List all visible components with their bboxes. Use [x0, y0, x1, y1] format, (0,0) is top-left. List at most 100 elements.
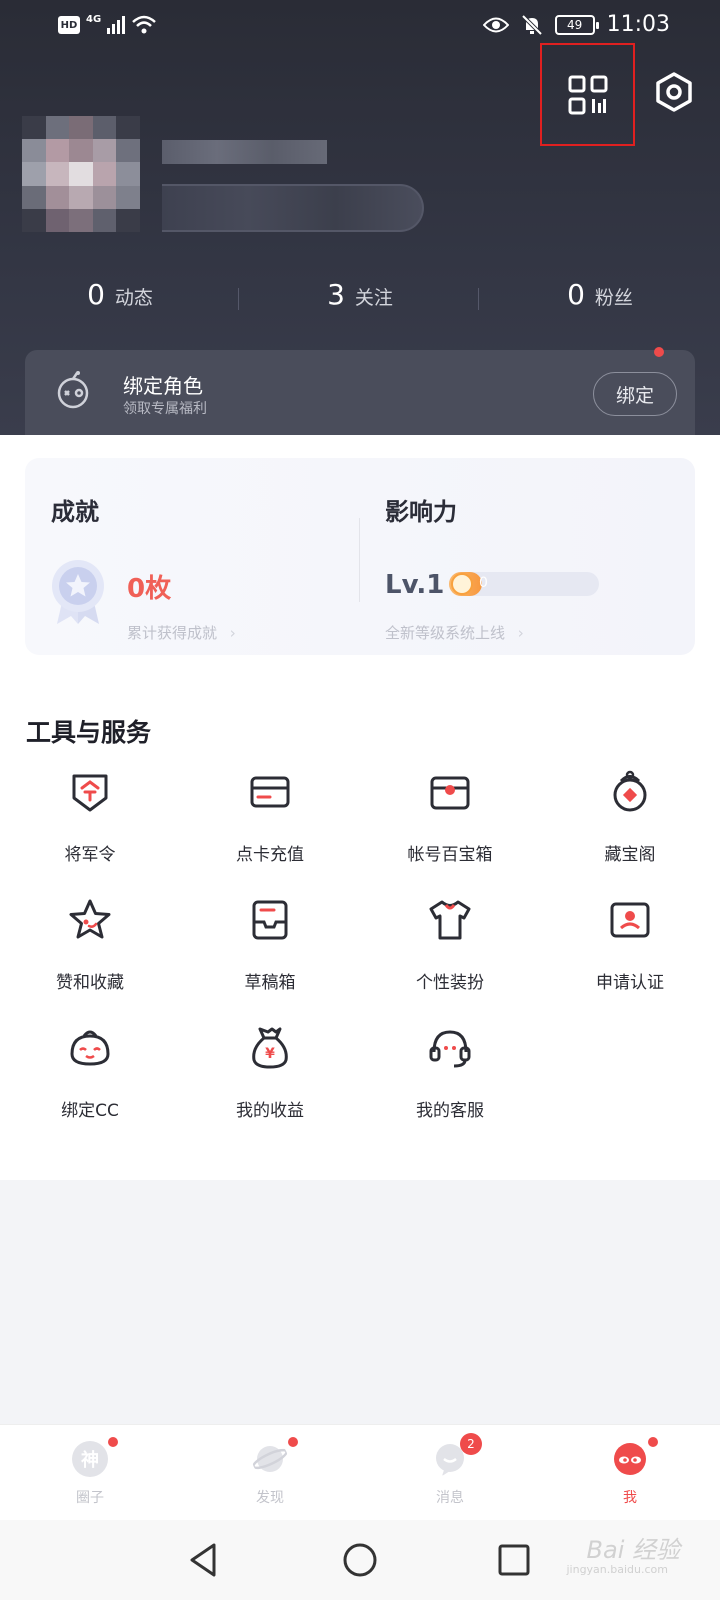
tool-likes-favorites[interactable]: 赞和收藏 [0, 888, 180, 1008]
tool-treasure-pavilion[interactable]: 藏宝阁 [540, 760, 720, 880]
profile-stats: 0 动态 3 关注 0 粉丝 [0, 278, 720, 318]
tools-section-title: 工具与服务 [26, 718, 152, 747]
signal-icon [107, 16, 126, 34]
tool-label: 点卡充值 [236, 845, 304, 865]
influence-title: 影响力 [385, 498, 457, 526]
account-treasure-box-icon [430, 776, 470, 810]
bind-button[interactable]: 绑定 [593, 372, 677, 416]
draft-box-icon [252, 900, 288, 940]
tool-account-treasure-box[interactable]: 帐号百宝箱 [360, 760, 540, 880]
game-robot-icon [57, 371, 89, 409]
stat-fans[interactable]: 0 粉丝 [480, 278, 720, 318]
stat-posts-count: 0 [87, 278, 105, 311]
cc-bind-icon [70, 1030, 110, 1066]
wifi-icon [132, 15, 157, 34]
me-mask-icon [614, 1443, 646, 1475]
avatar[interactable] [22, 116, 140, 232]
achievement-card: 成就 0枚 累计获得成就 › 影响力 Lv.1 0 全新等级系统上线 › [25, 458, 695, 655]
notification-dot [108, 1437, 118, 1447]
bind-card-title: 绑定角色 [123, 374, 203, 398]
treasure-pavilion-icon [613, 770, 647, 812]
tool-card-recharge[interactable]: 点卡充值 [180, 760, 360, 880]
stat-posts-label: 动态 [114, 287, 153, 309]
tool-bind-cc[interactable]: 绑定CC [0, 1016, 180, 1136]
username-blurred [162, 140, 327, 164]
influence-progress-bar: 0 [449, 572, 599, 596]
stat-following[interactable]: 3 关注 [240, 278, 480, 318]
medal-icon [52, 560, 104, 624]
svg-text:¥: ¥ [265, 1046, 275, 1062]
notification-dot [288, 1437, 298, 1447]
tool-my-earnings[interactable]: ¥ 我的收益 [180, 1016, 360, 1136]
tool-label: 草稿箱 [244, 973, 296, 993]
qr-code-icon [568, 75, 607, 114]
tool-label: 藏宝阁 [604, 845, 656, 865]
profile-header: HD 4G 49 11:03 0 动态 3 关注 0 粉丝 绑定角色 领取专属福… [0, 0, 720, 435]
baidu-watermark-url: jingyan.baidu.com [566, 1563, 668, 1576]
nav-label: 发现 [256, 1490, 284, 1506]
notification-dot [648, 1437, 658, 1447]
back-icon[interactable] [184, 1540, 224, 1580]
settings-icon [656, 72, 692, 112]
tool-customer-service[interactable]: 我的客服 [360, 1016, 540, 1136]
qr-code-button[interactable] [540, 43, 635, 146]
tool-personal-dressup[interactable]: 个性装扮 [360, 888, 540, 1008]
nav-messages[interactable]: 2 消息 [360, 1425, 540, 1520]
recents-icon[interactable] [494, 1540, 534, 1580]
nav-circle[interactable]: 神 圈子 [0, 1425, 180, 1520]
tool-general-order[interactable]: 将军令 [0, 760, 180, 880]
baidu-watermark: Bai 经验 [586, 1536, 680, 1564]
influence-level: Lv.1 [385, 570, 445, 600]
battery-indicator: 49 [554, 14, 599, 35]
nav-label: 消息 [436, 1490, 464, 1506]
influence-section[interactable]: 影响力 Lv.1 0 全新等级系统上线 › [385, 458, 675, 655]
planet-icon [252, 1446, 288, 1472]
stat-posts[interactable]: 0 动态 [0, 278, 240, 318]
tool-label: 个性装扮 [416, 973, 484, 993]
user-signature-blurred[interactable] [162, 184, 424, 232]
divider [359, 518, 360, 602]
tool-label: 我的收益 [236, 1101, 304, 1121]
achievement-title: 成就 [51, 498, 99, 526]
network-type: 4G [86, 13, 102, 25]
influence-points: 0 [479, 575, 488, 591]
nav-label: 圈子 [76, 1490, 104, 1506]
achievement-hint-text: 累计获得成就 [127, 624, 218, 642]
hd-badge: HD [58, 16, 80, 34]
achievement-count: 0枚 [127, 574, 172, 604]
nav-me[interactable]: 我 [540, 1425, 720, 1520]
nav-discover[interactable]: 发现 [180, 1425, 360, 1520]
headset-icon [429, 1030, 471, 1068]
chevron-right-icon: › [229, 624, 236, 642]
circle-icon: 神 [72, 1441, 108, 1477]
tool-label: 申请认证 [596, 973, 664, 993]
chevron-right-icon: › [517, 624, 524, 642]
influence-hint-text: 全新等级系统上线 [385, 624, 506, 642]
divider [238, 288, 239, 310]
influence-hint[interactable]: 全新等级系统上线 › [385, 622, 524, 643]
star-favorite-icon [69, 899, 111, 939]
tool-apply-certification[interactable]: 申请认证 [540, 888, 720, 1008]
certification-icon [610, 902, 650, 938]
tool-draft-box[interactable]: 草稿箱 [180, 888, 360, 1008]
lightning-icon [451, 573, 473, 595]
tshirt-icon [429, 900, 471, 940]
divider [478, 288, 479, 310]
status-time: 11:03 [606, 12, 670, 37]
settings-button[interactable] [652, 70, 696, 114]
main-content: 成就 0枚 累计获得成就 › 影响力 Lv.1 0 全新等级系统上线 › 工具与… [0, 435, 720, 1180]
bind-card-subtitle: 领取专属福利 [123, 401, 207, 417]
money-bag-icon: ¥ [252, 1027, 288, 1069]
message-count-badge: 2 [460, 1433, 482, 1455]
bind-role-card[interactable]: 绑定角色 领取专属福利 绑定 [25, 347, 695, 435]
bottom-nav: 神 圈子 发现 2 消息 我 [0, 1424, 720, 1520]
achievement-section[interactable]: 成就 0枚 累计获得成就 › [51, 458, 351, 655]
achievement-hint[interactable]: 累计获得成就 › [127, 622, 236, 643]
bell-muted-icon [521, 14, 543, 35]
eye-icon [482, 17, 509, 32]
nav-label: 我 [623, 1490, 637, 1506]
home-icon[interactable] [340, 1540, 380, 1580]
general-order-icon [72, 774, 108, 812]
tool-label: 帐号百宝箱 [407, 845, 493, 865]
stat-fans-label: 粉丝 [594, 287, 633, 309]
